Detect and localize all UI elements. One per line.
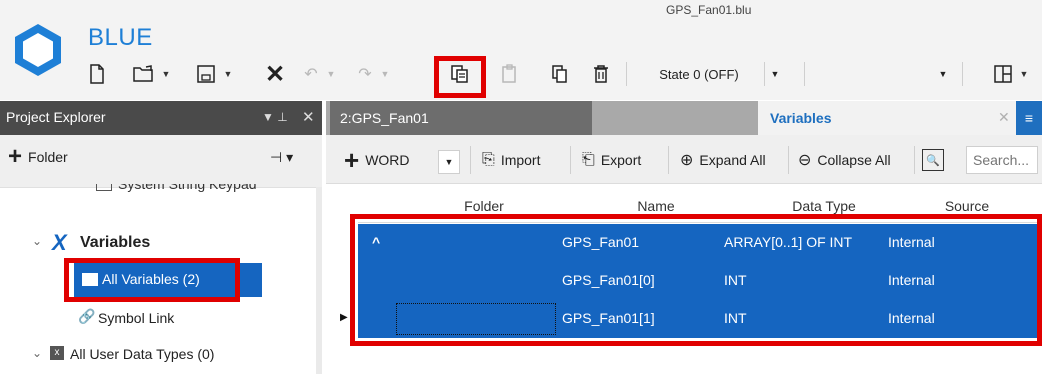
save-icon[interactable] bbox=[194, 60, 218, 88]
toolbar-divider bbox=[668, 146, 669, 174]
save-dropdown-icon[interactable]: ▼ bbox=[222, 60, 234, 88]
blue-logo-icon bbox=[10, 22, 66, 78]
collapse-all-icon: ⊖ bbox=[798, 152, 812, 169]
toolbar-divider bbox=[570, 146, 571, 174]
tab-variables-label: Variables bbox=[770, 110, 832, 126]
chevron-down-icon[interactable]: ⌄ bbox=[32, 234, 42, 248]
layout-icon[interactable] bbox=[992, 60, 1014, 88]
toolbar-divider bbox=[764, 62, 765, 86]
add-folder-label: Folder bbox=[28, 149, 68, 165]
keypad-icon bbox=[96, 184, 112, 191]
tree-item-label: System String Keypad bbox=[118, 184, 257, 192]
close-tab-icon[interactable]: ✕ bbox=[998, 109, 1010, 126]
open-folder-icon[interactable] bbox=[132, 60, 156, 88]
pin-icon[interactable]: ⊣ ▾ bbox=[270, 149, 293, 166]
redo-icon[interactable]: ↷ bbox=[354, 60, 376, 88]
toolbar-divider bbox=[962, 62, 963, 86]
tree-item-partial[interactable]: System String Keypad bbox=[96, 184, 296, 196]
toolbar-divider bbox=[626, 62, 627, 86]
toolbar-divider bbox=[470, 146, 471, 174]
all-variables-highlight bbox=[64, 258, 240, 302]
variables-icon: X bbox=[52, 230, 67, 255]
add-folder-button[interactable]: + Folder bbox=[8, 143, 68, 170]
secondary-dropdown-icon[interactable]: ▼ bbox=[936, 62, 950, 86]
tab-gps-fan01-label: 2:GPS_Fan01 bbox=[340, 110, 429, 126]
secondary-dropdown[interactable] bbox=[806, 62, 926, 86]
redo-dropdown-icon[interactable]: ▼ bbox=[380, 60, 390, 88]
tree-item-user-data-types[interactable]: All User Data Types (0) bbox=[70, 346, 214, 362]
open-dropdown-icon[interactable]: ▼ bbox=[160, 60, 172, 88]
copy-icon[interactable] bbox=[448, 60, 472, 88]
plus-icon: + bbox=[344, 145, 360, 175]
grid-selection-highlight bbox=[350, 214, 1042, 346]
expand-all-label: Expand All bbox=[699, 152, 766, 168]
state-dropdown-icon[interactable]: ▼ bbox=[768, 62, 782, 86]
toolbar-divider bbox=[914, 146, 915, 174]
user-types-icon: x bbox=[50, 346, 64, 360]
link-icon: 🔗 bbox=[78, 308, 96, 324]
plus-icon: + bbox=[8, 143, 23, 170]
add-word-label: WORD bbox=[365, 152, 410, 168]
collapse-all-label: Collapse All bbox=[817, 152, 891, 168]
export-label: Export bbox=[600, 152, 642, 168]
export-icon: ⎗ bbox=[582, 151, 595, 168]
tab-menu-icon[interactable]: ≡ bbox=[1016, 101, 1042, 135]
project-explorer-title: Project Explorer bbox=[6, 109, 106, 125]
search-input[interactable] bbox=[966, 146, 1038, 174]
find-icon[interactable]: 🔍 bbox=[922, 149, 944, 171]
close-icon[interactable]: ✕ bbox=[302, 108, 315, 126]
project-explorer-header: Project Explorer ▼ ⊥ ✕ bbox=[0, 101, 322, 135]
undo-dropdown-icon[interactable]: ▼ bbox=[326, 60, 336, 88]
layout-dropdown-icon[interactable]: ▼ bbox=[1018, 60, 1030, 88]
export-button[interactable]: ⎗ Export bbox=[582, 146, 641, 174]
panel-menu-icon[interactable]: ▼ ⊥ bbox=[262, 110, 288, 124]
import-button[interactable]: ⎘ Import bbox=[482, 146, 541, 174]
tab-variables[interactable]: Variables ✕ bbox=[758, 101, 1016, 135]
add-word-button[interactable]: + WORD bbox=[344, 146, 410, 174]
expand-all-button[interactable]: ⊕ Expand All bbox=[680, 146, 766, 174]
chevron-down-icon[interactable]: ⌄ bbox=[32, 346, 42, 360]
window-title: GPS_Fan01.blu bbox=[666, 3, 752, 17]
state-selector[interactable]: State 0 (OFF) bbox=[640, 62, 758, 86]
type-dropdown-icon[interactable]: ▼ bbox=[438, 150, 460, 174]
trash-icon[interactable] bbox=[590, 60, 612, 88]
current-row-indicator-icon: ▶ bbox=[340, 312, 348, 323]
import-label: Import bbox=[500, 152, 541, 168]
collapse-all-button[interactable]: ⊖ Collapse All bbox=[798, 146, 891, 174]
tab-gps-fan01[interactable]: 2:GPS_Fan01 bbox=[330, 101, 592, 135]
toolbar-divider bbox=[804, 62, 805, 86]
new-file-icon[interactable] bbox=[86, 60, 108, 88]
toolbar-divider bbox=[788, 146, 789, 174]
explorer-scrollbar[interactable] bbox=[316, 187, 322, 374]
tree-item-variables[interactable]: Variables bbox=[80, 234, 150, 252]
delete-x-icon[interactable]: ✕ bbox=[262, 60, 288, 88]
app-name: BLUE bbox=[88, 24, 153, 51]
duplicate-icon[interactable] bbox=[548, 60, 572, 88]
tree-item-symbol-link[interactable]: Symbol Link bbox=[98, 310, 174, 326]
expand-all-icon: ⊕ bbox=[680, 152, 694, 169]
project-explorer-toolbar: + Folder ⊣ ▾ bbox=[0, 135, 322, 188]
import-icon: ⎘ bbox=[482, 151, 495, 168]
paste-icon[interactable] bbox=[498, 60, 522, 88]
undo-icon[interactable]: ↶ bbox=[300, 60, 322, 88]
